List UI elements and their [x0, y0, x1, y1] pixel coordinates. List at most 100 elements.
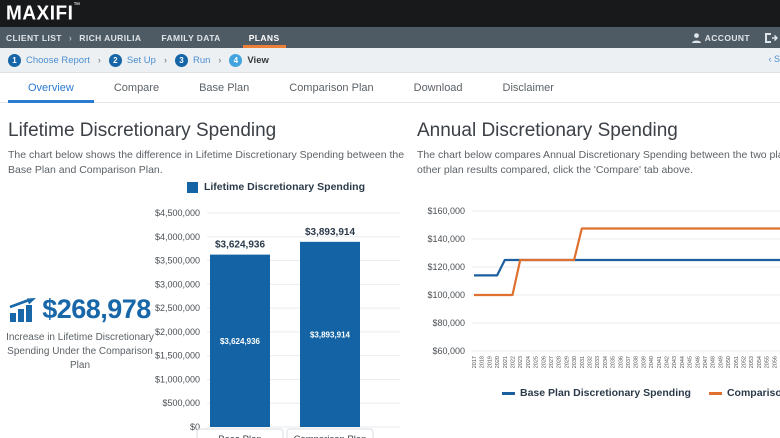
svg-text:2028: 2028	[557, 356, 563, 368]
report-tabs: Overview Compare Base Plan Comparison Pl…	[0, 73, 780, 103]
step-run[interactable]: 3 Run	[174, 53, 211, 67]
svg-text:$60,000: $60,000	[432, 346, 465, 356]
svg-text:2048: 2048	[711, 356, 717, 368]
svg-text:2045: 2045	[688, 356, 694, 368]
tab-compare[interactable]: Compare	[94, 73, 179, 102]
step-separator: ›	[97, 55, 101, 65]
base-plan-legend-label: Base Plan Discretionary Spending	[520, 387, 691, 399]
step-separator: ›	[163, 55, 167, 65]
stat-caption: Increase in Lifetime Discretionary Spend…	[6, 332, 154, 371]
svg-text:2040: 2040	[649, 356, 655, 368]
svg-text:2024: 2024	[526, 356, 532, 368]
step-separator: ›	[218, 55, 222, 65]
svg-text:2032: 2032	[588, 356, 594, 368]
step-4-circle: 4	[229, 53, 243, 67]
legend-item-base-plan: Base Plan Discretionary Spending	[502, 387, 691, 399]
svg-text:2056: 2056	[772, 356, 778, 368]
tab-disclaimer[interactable]: Disclaimer	[483, 73, 574, 102]
step-set-up[interactable]: 2 Set Up	[108, 53, 156, 67]
svg-text:$4,000,000: $4,000,000	[155, 232, 200, 242]
breadcrumb: CLIENT LIST › RICH AURILIA	[0, 27, 147, 48]
maxifi-logo[interactable]: MAXIFI™	[6, 2, 81, 26]
breadcrumb-client-name[interactable]: RICH AURILIA	[73, 33, 147, 43]
svg-text:2033: 2033	[595, 356, 601, 368]
tab-base-plan[interactable]: Base Plan	[179, 73, 269, 102]
svg-text:$3,893,914: $3,893,914	[305, 227, 355, 238]
step-2-circle: 2	[108, 53, 122, 67]
content-area: Lifetime Discretionary Spending The char…	[0, 103, 780, 438]
svg-text:2027: 2027	[549, 356, 555, 368]
right-panel-description: The chart below compares Annual Discreti…	[417, 149, 780, 177]
top-bar: MAXIFI™	[0, 0, 780, 27]
svg-text:2019: 2019	[487, 356, 493, 368]
nav-item-family-data[interactable]: FAMILY DATA	[147, 27, 234, 48]
svg-text:Comparison Plan: Comparison Plan	[294, 434, 367, 438]
svg-text:2021: 2021	[503, 356, 509, 368]
step-2-label: Set Up	[126, 54, 156, 66]
lifetime-spending-bar-chart: Lifetime Discretionary Spending $0 $500,0…	[152, 180, 400, 438]
account-button[interactable]: ACCOUNT	[691, 32, 750, 43]
stat-value: $268,978	[42, 294, 151, 324]
svg-text:2017: 2017	[472, 356, 478, 368]
bar-chart-plot: $0 $500,000 $1,000,000 $1,500,000 $2,000,000…	[155, 208, 400, 438]
svg-text:2036: 2036	[618, 356, 624, 368]
svg-text:2051: 2051	[734, 356, 740, 368]
left-panel-description: The chart below shows the difference in …	[8, 149, 405, 177]
svg-text:2041: 2041	[657, 356, 663, 368]
step-3-label: Run	[192, 54, 211, 66]
svg-text:2030: 2030	[572, 356, 578, 368]
svg-text:2037: 2037	[626, 356, 632, 368]
main-nav: CLIENT LIST › RICH AURILIA FAMILY DATA P…	[0, 27, 780, 48]
step-choose-report[interactable]: 1 Choose Report	[8, 53, 90, 67]
svg-text:$120,000: $120,000	[427, 262, 465, 272]
nav-item-plans[interactable]: PLANS	[235, 27, 294, 48]
corner-link-fragment[interactable]: ‹ S	[768, 54, 780, 64]
svg-text:$4,500,000: $4,500,000	[155, 208, 200, 218]
breadcrumb-client-list[interactable]: CLIENT LIST	[0, 33, 68, 43]
svg-text:2046: 2046	[695, 356, 701, 368]
svg-text:$160,000: $160,000	[427, 206, 465, 216]
line-chart-legend: Base Plan Discretionary Spending Compari…	[417, 386, 780, 400]
svg-text:2023: 2023	[518, 356, 524, 368]
svg-text:2043: 2043	[672, 356, 678, 368]
svg-text:2029: 2029	[564, 356, 570, 368]
account-label: ACCOUNT	[704, 32, 750, 43]
svg-text:2026: 2026	[541, 356, 547, 368]
svg-text:$2,500,000: $2,500,000	[155, 303, 200, 313]
svg-text:2038: 2038	[634, 356, 640, 368]
step-view[interactable]: 4 View	[229, 53, 269, 67]
svg-text:2054: 2054	[757, 356, 763, 368]
annual-spending-line-chart: $160,000 $140,000 $120,000 $100,000 $80,000 $…	[417, 194, 780, 400]
bar-chart-legend: Lifetime Discretionary Spending	[152, 180, 400, 194]
svg-text:$3,624,936: $3,624,936	[220, 337, 261, 346]
trademark: ™	[73, 1, 81, 10]
svg-text:2034: 2034	[603, 356, 609, 368]
svg-text:2031: 2031	[580, 356, 586, 368]
tab-comparison-plan[interactable]: Comparison Plan	[269, 73, 393, 102]
svg-text:2055: 2055	[765, 356, 771, 368]
svg-text:2044: 2044	[680, 356, 686, 368]
line-chart-plot: $160,000 $140,000 $120,000 $100,000 $80,000 $…	[427, 206, 780, 368]
tab-overview[interactable]: Overview	[8, 73, 94, 103]
step-3-circle: 3	[174, 53, 188, 67]
svg-text:2025: 2025	[534, 356, 540, 368]
tab-download[interactable]: Download	[394, 73, 483, 102]
svg-text:$2,000,000: $2,000,000	[155, 327, 200, 337]
user-icon	[691, 32, 701, 43]
svg-text:$500,000: $500,000	[162, 398, 200, 408]
svg-text:$3,500,000: $3,500,000	[155, 256, 200, 266]
legend-swatch	[186, 181, 198, 193]
svg-text:$140,000: $140,000	[427, 234, 465, 244]
svg-text:$80,000: $80,000	[432, 318, 465, 328]
logout-icon[interactable]	[764, 32, 778, 44]
step-4-label: View	[247, 54, 269, 66]
left-panel-title: Lifetime Discretionary Spending	[8, 120, 277, 141]
svg-text:2053: 2053	[749, 356, 755, 368]
svg-text:2022: 2022	[511, 356, 517, 368]
stat-block: $268,978 Increase in Lifetime Discretion…	[0, 294, 160, 373]
legend-item-comparison-plan: Comparison Plan Discretionary Spending	[708, 387, 780, 399]
bar-legend-label: Lifetime Discretionary Spending	[203, 181, 366, 193]
svg-text:2042: 2042	[665, 356, 671, 368]
svg-text:$3,000,000: $3,000,000	[155, 279, 200, 289]
svg-text:2052: 2052	[742, 356, 748, 368]
